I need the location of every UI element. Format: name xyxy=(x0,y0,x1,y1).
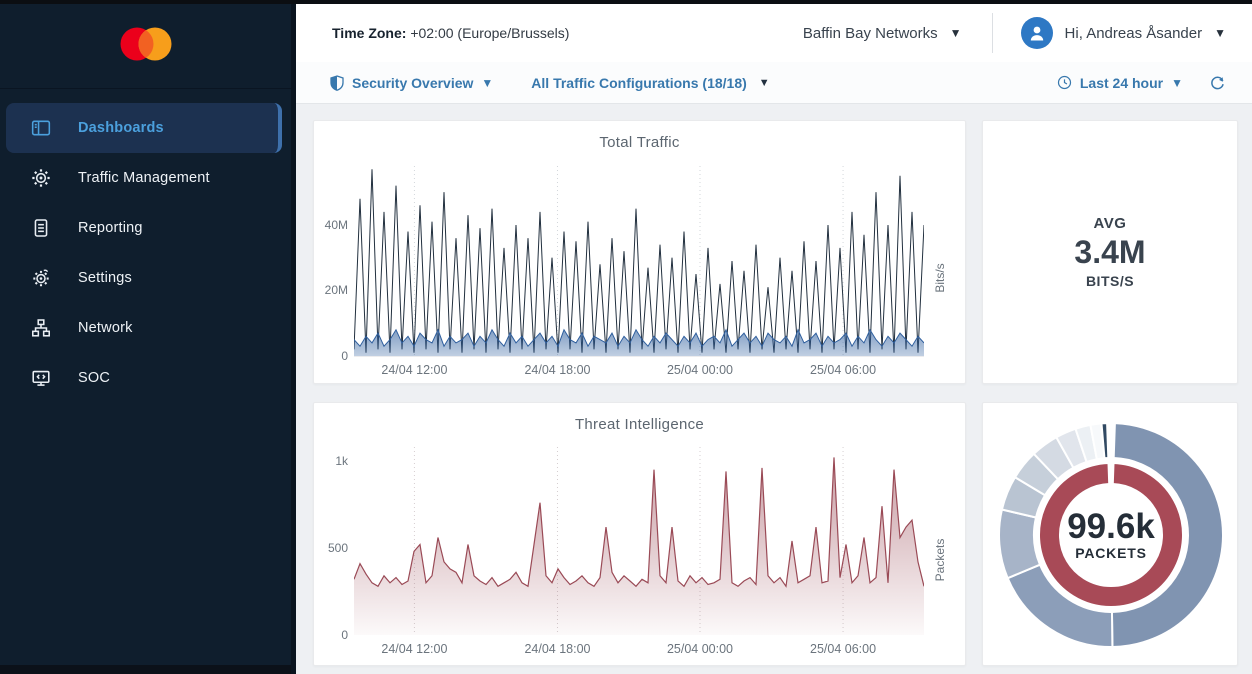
sidebar-nav: Dashboards Traffic Management xyxy=(0,89,291,403)
user-greeting: Hi, Andreas Åsander xyxy=(1065,25,1203,42)
view-selector-label: Security Overview xyxy=(352,75,473,91)
filter-triangle-icon: ▼ xyxy=(759,77,770,89)
dashboard-content: Total Traffic 0 20M 40M 24/04 12:00 24/04 1… xyxy=(296,103,1252,674)
time-range-label: Last 24 hour xyxy=(1080,75,1163,91)
total-traffic-plot xyxy=(354,166,924,357)
timezone-label: Time Zone: xyxy=(332,25,406,41)
threat-intelligence-card: Threat Intelligence 0 500 1k 24/04 12:00 24… xyxy=(313,402,966,666)
gear-wrench-icon xyxy=(30,267,52,289)
packets-donut-chart xyxy=(991,409,1231,661)
shield-icon xyxy=(330,75,344,91)
mastercard-logo xyxy=(113,23,179,65)
monitor-code-icon xyxy=(30,367,52,389)
axis-tick-label: 500 xyxy=(314,541,348,555)
person-icon xyxy=(1027,23,1047,43)
timezone-display: Time Zone: +02:00 (Europe/Brussels) xyxy=(332,25,569,41)
chevron-down-icon: ▼ xyxy=(950,27,962,39)
sidebar-item-label: Traffic Management xyxy=(78,170,210,186)
sidebar-item-settings[interactable]: Settings xyxy=(0,253,291,303)
axis-tick-label: 25/04 06:00 xyxy=(810,363,876,377)
sitemap-icon xyxy=(30,317,52,339)
traffic-config-filter[interactable]: All Traffic Configurations (18/18) ▼ xyxy=(531,75,769,91)
axis-tick-label: 0 xyxy=(314,628,348,642)
clock-icon xyxy=(1057,75,1072,90)
sidebar-item-network[interactable]: Network xyxy=(0,303,291,353)
axis-tick-label: 24/04 18:00 xyxy=(524,642,590,656)
axis-tick-label: 24/04 18:00 xyxy=(524,363,590,377)
org-name: Baffin Bay Networks xyxy=(803,25,938,42)
user-menu[interactable]: Hi, Andreas Åsander ▼ xyxy=(1021,17,1226,49)
sidebar-item-label: SOC xyxy=(78,370,110,386)
y-axis-unit: Bits/s xyxy=(933,258,947,298)
axis-tick-label: 25/04 00:00 xyxy=(667,363,733,377)
chevron-down-icon: ▼ xyxy=(1214,27,1226,39)
refresh-button[interactable] xyxy=(1209,74,1226,91)
top-black-strip xyxy=(0,0,1252,4)
avg-bits-card: AVG 3.4M BITS/S xyxy=(982,120,1238,384)
timezone-value: +02:00 (Europe/Brussels) xyxy=(410,25,569,41)
total-traffic-card: Total Traffic 0 20M 40M 24/04 12:00 24/04 1… xyxy=(313,120,966,384)
document-icon xyxy=(30,217,52,239)
y-axis-unit: Packets xyxy=(933,536,947,584)
sidebar-item-label: Dashboards xyxy=(78,120,164,136)
avg-value: 3.4M xyxy=(1074,234,1145,271)
sidebar-item-label: Reporting xyxy=(78,220,143,236)
gear-icon xyxy=(30,167,52,189)
threat-intelligence-plot xyxy=(354,447,924,635)
chevron-down-icon: ▼ xyxy=(1171,77,1183,89)
topbar-divider xyxy=(992,13,993,53)
topbar: Time Zone: +02:00 (Europe/Brussels) Baff… xyxy=(296,4,1252,63)
view-selector[interactable]: Security Overview ▼ xyxy=(330,75,493,91)
axis-tick-label: 40M xyxy=(314,218,348,232)
axis-tick-label: 25/04 06:00 xyxy=(810,642,876,656)
avg-unit: BITS/S xyxy=(1086,273,1134,289)
sidebar-item-reporting[interactable]: Reporting xyxy=(0,203,291,253)
refresh-icon xyxy=(1209,74,1226,91)
time-range-selector[interactable]: Last 24 hour ▼ xyxy=(1057,75,1183,91)
logo-container xyxy=(0,0,291,89)
sidebar: Dashboards Traffic Management xyxy=(0,0,296,674)
axis-tick-label: 25/04 00:00 xyxy=(667,642,733,656)
chevron-down-icon: ▼ xyxy=(481,77,493,89)
filterbar: Security Overview ▼ All Traffic Configur… xyxy=(296,62,1252,104)
org-selector[interactable]: Baffin Bay Networks ▼ xyxy=(803,25,962,42)
axis-tick-label: 24/04 12:00 xyxy=(381,363,447,377)
sidebar-item-label: Settings xyxy=(78,270,132,286)
sidebar-item-dashboards[interactable]: Dashboards xyxy=(6,103,282,153)
axis-tick-label: 0 xyxy=(314,349,348,363)
axis-tick-label: 20M xyxy=(314,283,348,297)
avg-label: AVG xyxy=(1094,215,1127,232)
axis-tick-label: 24/04 12:00 xyxy=(381,642,447,656)
axis-tick-label: 1k xyxy=(314,454,348,468)
chart-title: Threat Intelligence xyxy=(314,416,965,433)
sidebar-bottom-strip xyxy=(0,665,291,674)
chart-title: Total Traffic xyxy=(314,134,965,151)
packets-donut-card: 99.6k PACKETS xyxy=(982,402,1238,666)
traffic-config-label: All Traffic Configurations (18/18) xyxy=(531,75,746,91)
sidebar-item-label: Network xyxy=(78,320,133,336)
sidebar-item-soc[interactable]: SOC xyxy=(0,353,291,403)
dashboard-icon xyxy=(30,117,52,139)
avatar xyxy=(1021,17,1053,49)
sidebar-item-traffic-management[interactable]: Traffic Management xyxy=(0,153,291,203)
